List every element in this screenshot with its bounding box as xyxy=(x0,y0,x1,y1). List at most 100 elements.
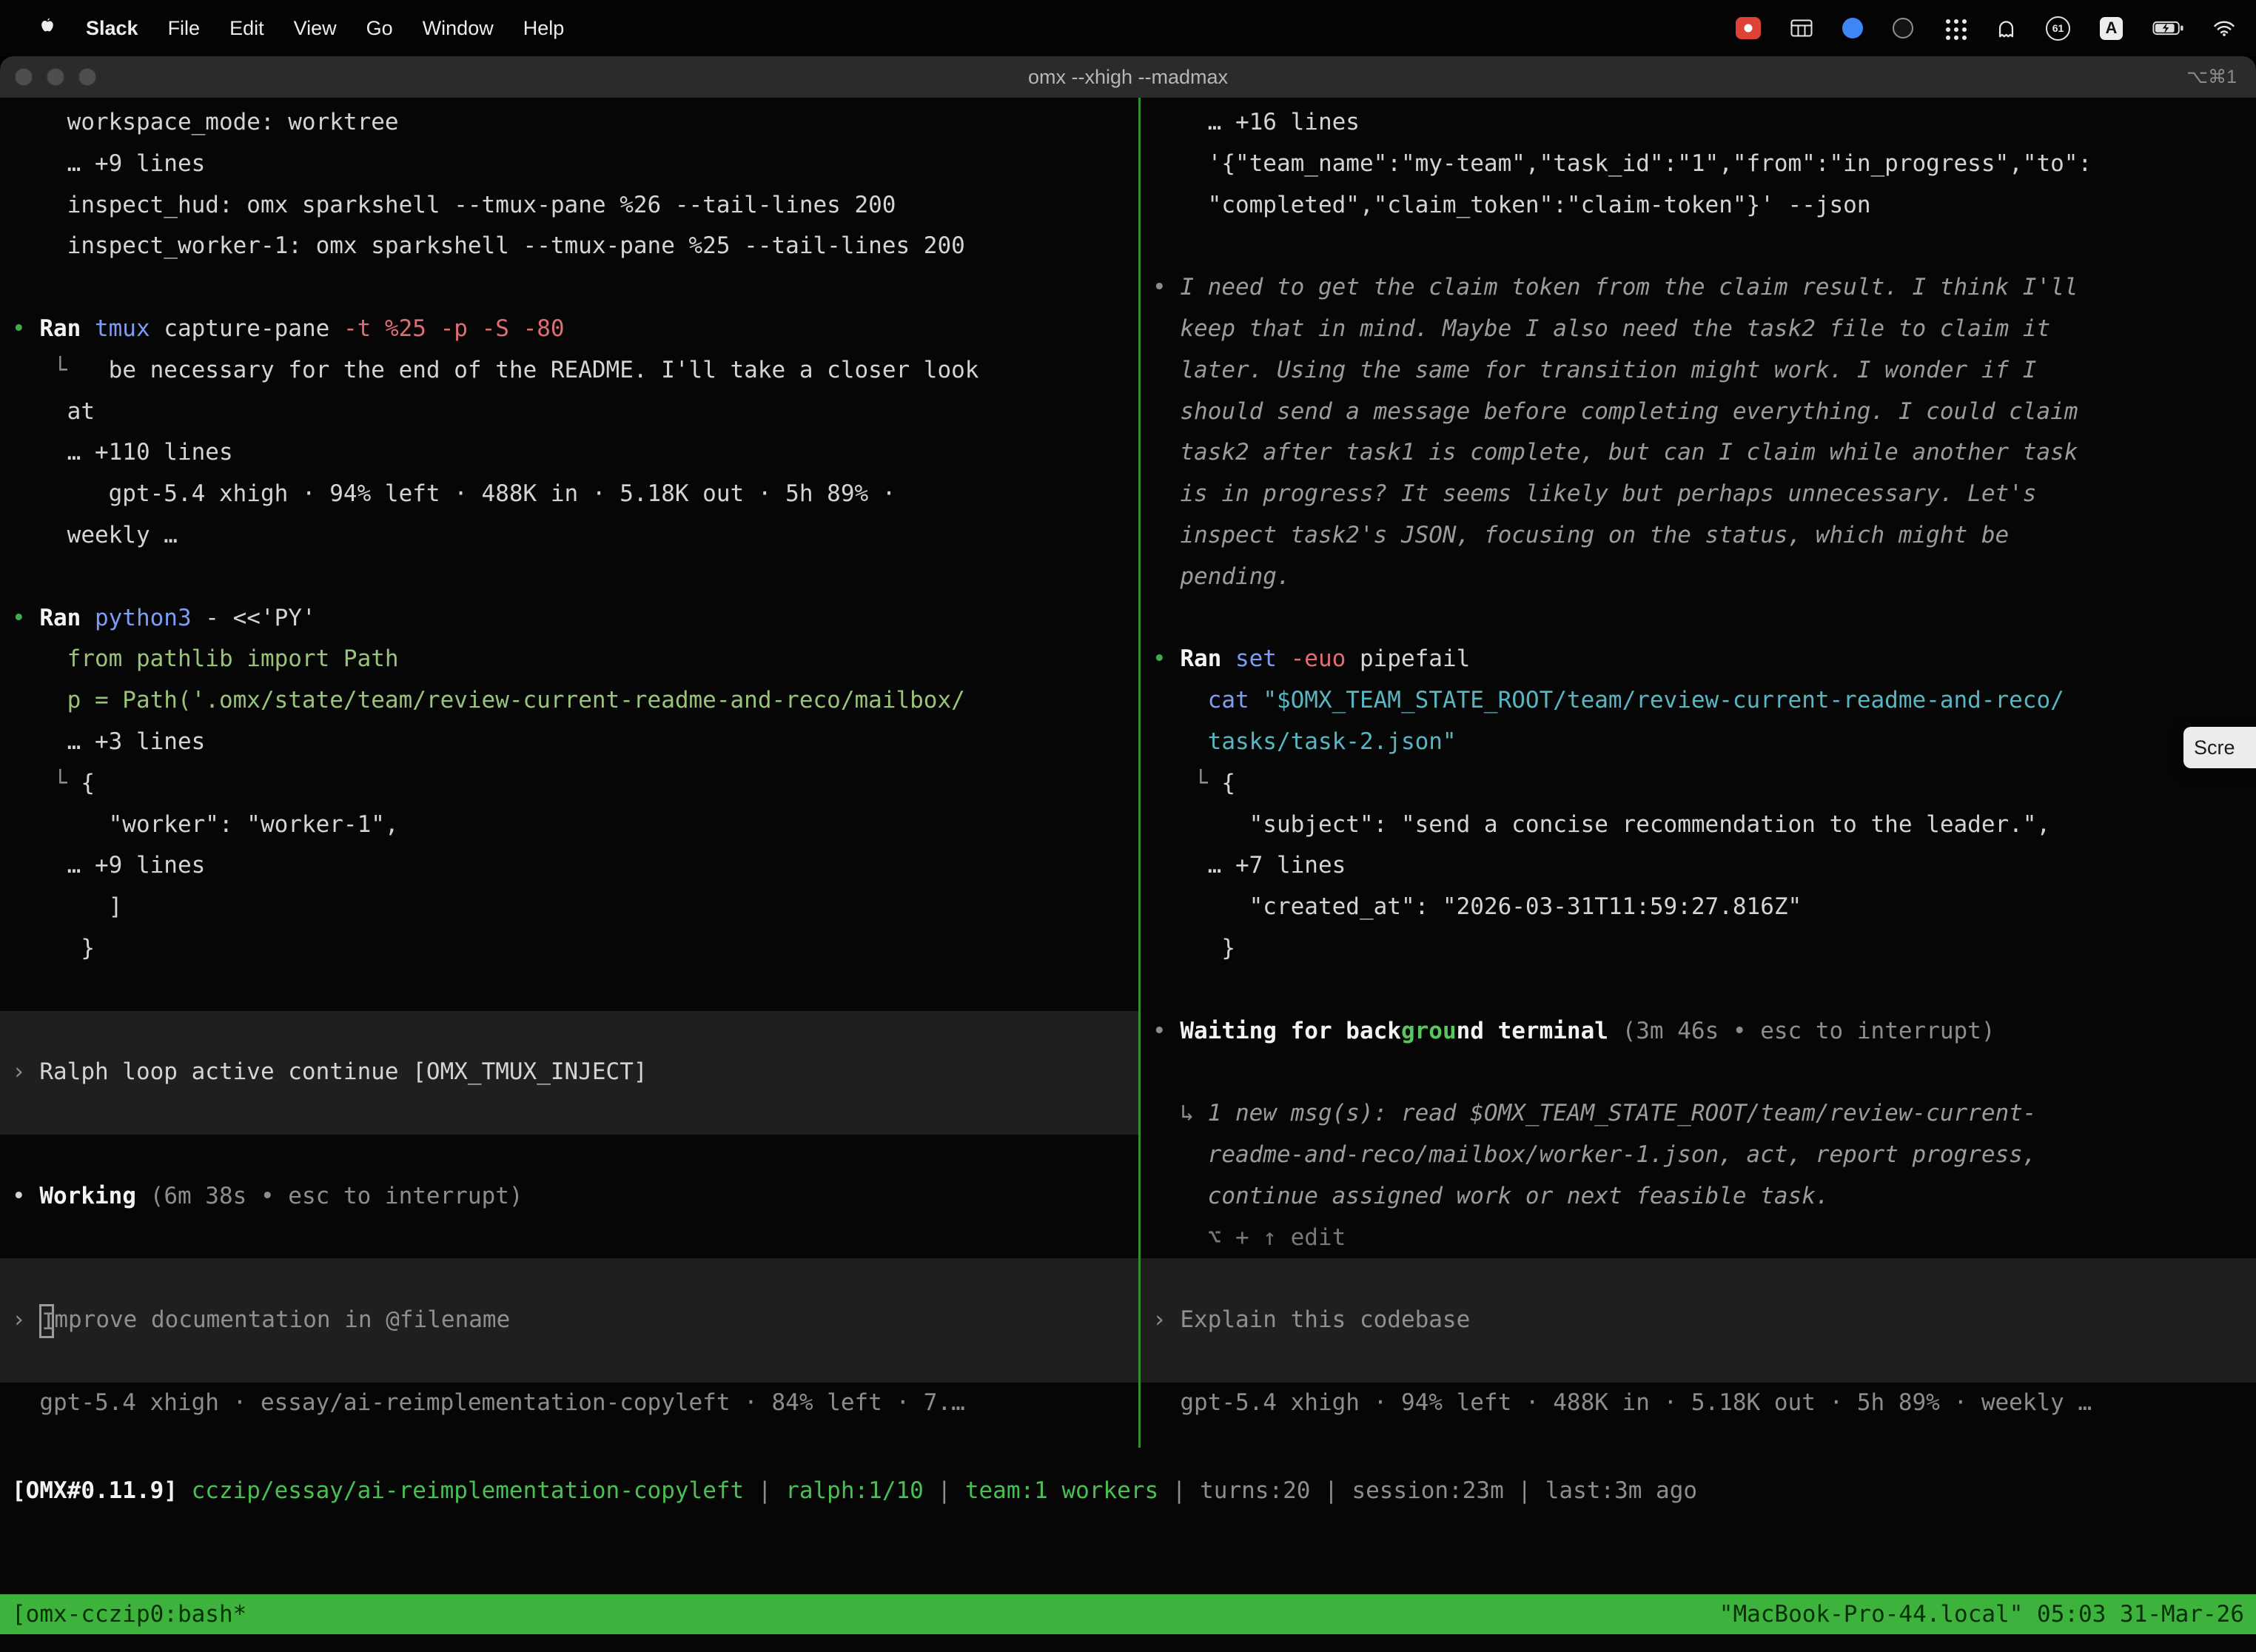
active-app-menu[interactable]: Slack xyxy=(71,17,153,40)
terminal-line: } xyxy=(1141,928,2256,970)
terminal-line xyxy=(1141,226,2256,267)
input-source-icon[interactable]: A xyxy=(2100,17,2123,40)
terminal-line: • Working (6m 38s • esc to interrupt) xyxy=(0,1176,1138,1218)
terminal-line: gpt-5.4 xhigh · essay/ai-reimplementatio… xyxy=(0,1383,1138,1424)
battery-ring-label: 61 xyxy=(2052,22,2064,34)
terminal-line xyxy=(0,1258,1138,1300)
terminal-line: gpt-5.4 xhigh · 94% left · 488K in · 5.1… xyxy=(1141,1383,2256,1424)
terminal-line: • Waiting for background terminal (3m 46… xyxy=(1141,1011,2256,1052)
terminal-line: } xyxy=(0,928,1138,970)
terminal-line xyxy=(1141,1052,2256,1093)
terminal-line: • I need to get the claim token from the… xyxy=(1141,267,2256,309)
menu-bar: Slack FileEditViewGoWindowHelp 61 A xyxy=(0,0,2256,56)
omx-status-line: [OMX#0.11.9] cczip/essay/ai-reimplementa… xyxy=(12,1470,2256,1511)
prompt-line[interactable]: › Ralph loop active continue [OMX_TMUX_I… xyxy=(0,1052,1138,1093)
right-pane[interactable]: … +16 lines '{"team_name":"my-team","tas… xyxy=(1141,98,2256,1448)
terminal-line: • Ran tmux capture-pane -t %25 -p -S -80 xyxy=(0,309,1138,350)
terminal-line: tasks/task-2.json" xyxy=(1141,722,2256,763)
zoom-button[interactable] xyxy=(78,68,96,86)
window-shortcut: ⌥⌘1 xyxy=(2186,66,2256,88)
terminal-line: continue assigned work or next feasible … xyxy=(1141,1176,2256,1218)
terminal-line: weekly … xyxy=(0,515,1138,557)
terminal-line: is in progress? It seems likely but perh… xyxy=(1141,474,2256,515)
terminal-line: task2 after task1 is complete, but can I… xyxy=(1141,432,2256,474)
menu-window[interactable]: Window xyxy=(408,17,508,39)
terminal-line: └ be necessary for the end of the README… xyxy=(0,350,1138,392)
prompt-line[interactable]: › Improve documentation in @filename xyxy=(0,1300,1138,1341)
apple-menu[interactable] xyxy=(24,16,71,41)
terminal-line xyxy=(0,1093,1138,1135)
screen-recording-indicator-icon[interactable] xyxy=(1736,17,1761,39)
block-cursor: I xyxy=(39,1304,54,1338)
menu-help[interactable]: Help xyxy=(508,17,580,39)
terminal-line xyxy=(1141,1341,2256,1383)
terminal-line xyxy=(0,267,1138,309)
menu-bar-left: Slack FileEditViewGoWindowHelp xyxy=(0,16,579,41)
menu-view[interactable]: View xyxy=(279,17,352,39)
clipped-screen-overlay-text: Scre xyxy=(2194,736,2235,759)
terminal-line: pending. xyxy=(1141,557,2256,598)
tmux-panes: workspace_mode: worktree … +9 lines insp… xyxy=(0,98,2256,1448)
terminal-line xyxy=(0,1218,1138,1259)
terminal-line xyxy=(0,1011,1138,1052)
dark-circle-app-icon[interactable] xyxy=(1893,18,1913,38)
blue-app-icon[interactable] xyxy=(1842,18,1863,38)
terminal-line: … +3 lines xyxy=(0,722,1138,763)
terminal-line xyxy=(1141,970,2256,1011)
tmux-host-clock: "MacBook-Pro-44.local" 05:03 31-Mar-26 xyxy=(1719,1601,2244,1628)
terminal-line: ⌥ + ↑ edit xyxy=(1141,1218,2256,1259)
terminal-line xyxy=(0,1341,1138,1383)
menu-go[interactable]: Go xyxy=(352,17,408,39)
terminal-line: inspect_hud: omx sparkshell --tmux-pane … xyxy=(0,185,1138,226)
window-title-bar: omx --xhigh --madmax ⌥⌘1 xyxy=(0,56,2256,98)
terminal-line: should send a message before completing … xyxy=(1141,392,2256,433)
terminal-line: └ { xyxy=(0,763,1138,805)
battery-charging-icon[interactable] xyxy=(2152,20,2183,36)
terminal-line: … +9 lines xyxy=(0,144,1138,185)
terminal-line: later. Using the same for transition mig… xyxy=(1141,350,2256,392)
menu-file[interactable]: File xyxy=(153,17,215,39)
clipped-screen-overlay: Scre xyxy=(2183,727,2256,768)
terminal-line xyxy=(0,970,1138,1011)
terminal-line: ↳ 1 new msg(s): read $OMX_TEAM_STATE_ROO… xyxy=(1141,1093,2256,1135)
wifi-icon[interactable] xyxy=(2213,19,2235,37)
terminal-line: gpt-5.4 xhigh · 94% left · 488K in · 5.1… xyxy=(0,474,1138,515)
terminal-line: "completed","claim_token":"claim-token"}… xyxy=(1141,185,2256,226)
traffic-lights xyxy=(0,68,96,86)
battery-ring-61-icon[interactable]: 61 xyxy=(2046,16,2070,41)
dots-grid-icon[interactable] xyxy=(1943,16,1967,40)
app-menus: FileEditViewGoWindowHelp xyxy=(153,17,580,40)
terminal-line: cat "$OMX_TEAM_STATE_ROOT/team/review-cu… xyxy=(1141,680,2256,722)
terminal-line: … +110 lines xyxy=(0,432,1138,474)
menu-edit[interactable]: Edit xyxy=(215,17,279,39)
terminal-line: workspace_mode: worktree xyxy=(0,102,1138,144)
window-title: omx --xhigh --madmax xyxy=(0,66,2256,89)
terminal-line: • Ran set -euo pipefail xyxy=(1141,639,2256,680)
terminal-line: readme-and-reco/mailbox/worker-1.json, a… xyxy=(1141,1135,2256,1176)
terminal-line: • Ran python3 - <<'PY' xyxy=(0,598,1138,639)
terminal-line xyxy=(0,1135,1138,1176)
terminal-line: '{"team_name":"my-team","task_id":"1","f… xyxy=(1141,144,2256,185)
terminal-line xyxy=(0,557,1138,598)
terminal-line: keep that in mind. Maybe I also need the… xyxy=(1141,309,2256,350)
terminal-line: "worker": "worker-1", xyxy=(0,805,1138,846)
ghost-icon[interactable] xyxy=(1996,19,2016,38)
terminal-line: at xyxy=(0,392,1138,433)
tmux-status-bar: [omx-cczip0:bash* "MacBook-Pro-44.local"… xyxy=(0,1594,2256,1634)
terminal-line: … +16 lines xyxy=(1141,102,2256,144)
terminal-line: p = Path('.omx/state/team/review-current… xyxy=(0,680,1138,722)
terminal-line: ] xyxy=(0,887,1138,928)
terminal-line: "subject": "send a concise recommendatio… xyxy=(1141,805,2256,846)
close-button[interactable] xyxy=(15,68,33,86)
prompt-line[interactable]: › Explain this codebase xyxy=(1141,1300,2256,1341)
terminal-line: └ { xyxy=(1141,763,2256,805)
apple-icon xyxy=(38,16,56,41)
terminal-line: inspect task2's JSON, focusing on the st… xyxy=(1141,515,2256,557)
terminal-line: inspect_worker-1: omx sparkshell --tmux-… xyxy=(0,226,1138,267)
left-pane[interactable]: workspace_mode: worktree … +9 lines insp… xyxy=(0,98,1138,1448)
terminal-line: "created_at": "2026-03-31T11:59:27.816Z" xyxy=(1141,887,2256,928)
status-menu-extras: 61 A xyxy=(1736,16,2256,41)
table-grid-icon[interactable] xyxy=(1790,19,1813,37)
minimize-button[interactable] xyxy=(47,68,64,86)
terminal-line: from pathlib import Path xyxy=(0,639,1138,680)
